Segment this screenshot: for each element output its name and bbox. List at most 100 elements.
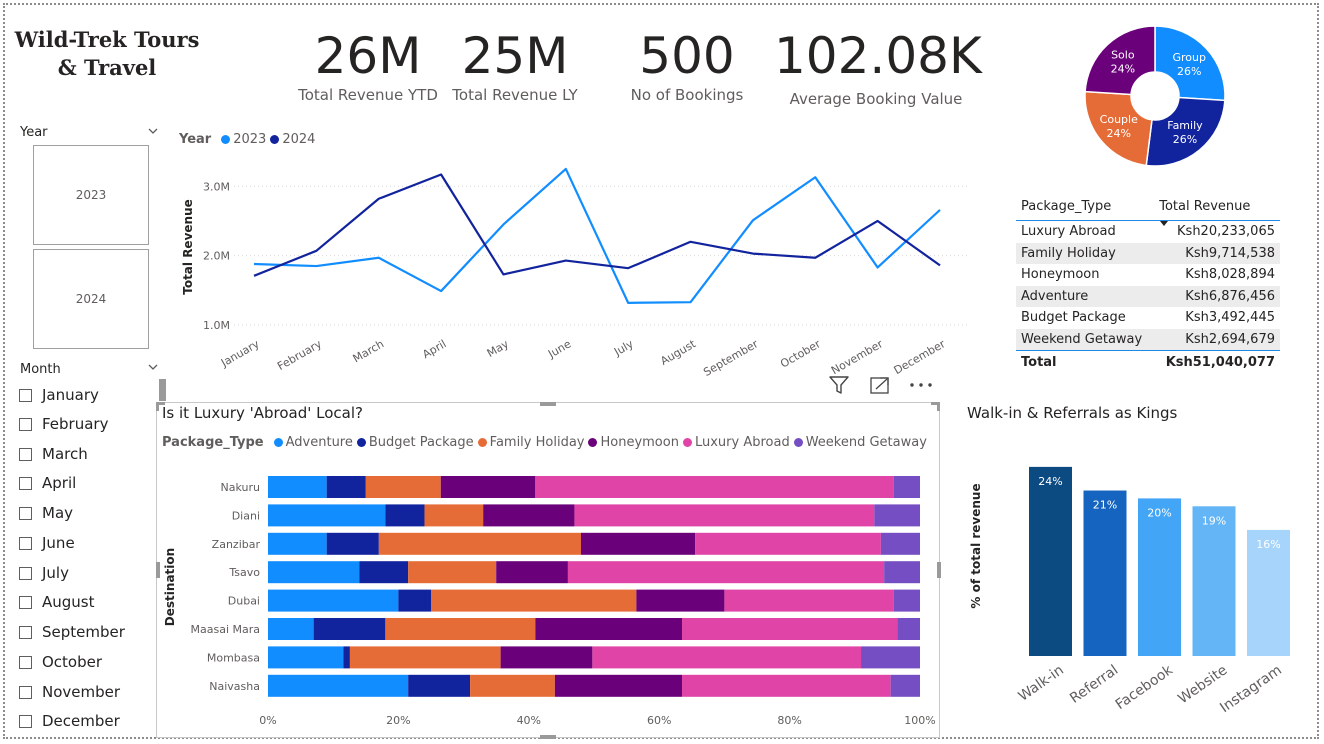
- bar-segment-weekend-getaway[interactable]: [884, 561, 920, 584]
- legend-item-family-holiday[interactable]: Family Holiday: [490, 435, 585, 450]
- legend-item-budget-package[interactable]: Budget Package: [369, 435, 474, 450]
- revenue-line-chart[interactable]: 1.0M 2.0M 3.0M Total Revenue January February…: [170, 150, 980, 380]
- legend-item-2024[interactable]: 2024: [282, 132, 315, 147]
- bar-segment-adventure[interactable]: [268, 476, 327, 498]
- table-row[interactable]: Family Holiday Ksh9,714,538: [1016, 242, 1280, 264]
- table-header-package-type[interactable]: Package_Type: [1016, 192, 1155, 221]
- chevron-down-icon[interactable]: [148, 362, 158, 372]
- bar-website[interactable]: [1192, 506, 1236, 656]
- resize-handle[interactable]: [159, 379, 166, 401]
- kpi-revenue-ytd-card[interactable]: 26M Total Revenue YTD: [296, 28, 440, 104]
- month-item-june[interactable]: June: [19, 532, 75, 554]
- month-item-april[interactable]: April: [19, 472, 76, 494]
- series-line-2023[interactable]: [253, 167, 941, 304]
- bar-segment-weekend-getaway[interactable]: [880, 532, 920, 555]
- bar-segment-weekend-getaway[interactable]: [861, 646, 920, 669]
- bar-segment-weekend-getaway[interactable]: [893, 476, 920, 498]
- bar-segment-adventure[interactable]: [268, 618, 314, 640]
- bar-segment-honeymoon[interactable]: [496, 561, 568, 584]
- bar-segment-honeymoon[interactable]: [636, 589, 725, 612]
- channel-bar-chart[interactable]: 24%Walk-in21%Referral20%Facebook19%Websi…: [960, 430, 1310, 734]
- month-item-october[interactable]: October: [19, 651, 102, 673]
- kpi-avg-booking-card[interactable]: 102.08K Average Booking Value: [774, 28, 982, 108]
- checkbox[interactable]: [19, 417, 32, 431]
- bar-segment-budget-package[interactable]: [385, 504, 425, 527]
- checkbox[interactable]: [19, 685, 32, 699]
- checkbox[interactable]: [19, 566, 32, 580]
- bar-segment-luxury-abroad[interactable]: [695, 532, 881, 555]
- month-item-november[interactable]: November: [19, 681, 120, 703]
- legend-item-2023[interactable]: 2023: [233, 132, 266, 147]
- bar-facebook[interactable]: [1138, 498, 1181, 656]
- checkbox[interactable]: [19, 506, 32, 520]
- bar-segment-luxury-abroad[interactable]: [574, 504, 875, 527]
- bar-segment-budget-package[interactable]: [398, 589, 431, 612]
- focus-mode-icon[interactable]: [869, 374, 891, 396]
- checkbox[interactable]: [19, 595, 32, 609]
- bar-segment-honeymoon[interactable]: [554, 674, 683, 697]
- year-tile-2024[interactable]: 2024: [33, 249, 149, 349]
- bar-segment-adventure[interactable]: [268, 646, 344, 669]
- bar-segment-honeymoon[interactable]: [580, 532, 696, 555]
- legend-item-adventure[interactable]: Adventure: [286, 435, 353, 450]
- month-item-august[interactable]: August: [19, 591, 95, 613]
- bar-referral[interactable]: [1083, 490, 1127, 656]
- month-item-december[interactable]: December: [19, 710, 120, 732]
- bar-segment-weekend-getaway[interactable]: [890, 674, 920, 697]
- table-row[interactable]: Weekend Getaway Ksh2,694,679: [1016, 328, 1280, 351]
- table-row[interactable]: Honeymoon Ksh8,028,894: [1016, 264, 1280, 286]
- bar-segment-luxury-abroad[interactable]: [535, 476, 894, 498]
- bar-segment-budget-package[interactable]: [313, 618, 386, 640]
- bar-segment-honeymoon[interactable]: [535, 618, 683, 640]
- checkbox[interactable]: [19, 447, 32, 461]
- resize-handle[interactable]: [937, 402, 940, 411]
- year-tile-2023[interactable]: 2023: [33, 145, 149, 245]
- table-row[interactable]: Adventure Ksh6,876,456: [1016, 285, 1280, 307]
- legend-item-luxury-abroad[interactable]: Luxury Abroad: [695, 435, 790, 450]
- month-item-september[interactable]: September: [19, 621, 125, 643]
- resize-handle[interactable]: [156, 402, 159, 411]
- more-options-icon[interactable]: [908, 374, 934, 396]
- bar-segment-budget-package[interactable]: [326, 532, 379, 555]
- bar-segment-budget-package[interactable]: [343, 646, 350, 669]
- bar-segment-luxury-abroad[interactable]: [682, 618, 898, 640]
- bar-segment-luxury-abroad[interactable]: [567, 561, 885, 584]
- bar-segment-family-holiday[interactable]: [408, 561, 497, 584]
- segment-donut-chart[interactable]: Group26%Family26%Couple24%Solo24%: [1075, 20, 1235, 180]
- month-item-july[interactable]: July: [19, 562, 69, 584]
- checkbox[interactable]: [19, 476, 32, 490]
- bar-segment-weekend-getaway[interactable]: [874, 504, 920, 527]
- month-item-may[interactable]: May: [19, 502, 73, 524]
- legend-item-weekend-getaway[interactable]: Weekend Getaway: [806, 435, 927, 450]
- bar-segment-luxury-abroad[interactable]: [592, 646, 862, 669]
- checkbox[interactable]: [19, 536, 32, 550]
- chevron-down-icon[interactable]: [148, 126, 158, 136]
- bar-segment-luxury-abroad[interactable]: [724, 589, 894, 612]
- month-item-march[interactable]: March: [19, 443, 88, 465]
- kpi-bookings-card[interactable]: 500 No of Bookings: [620, 28, 754, 104]
- bar-segment-honeymoon[interactable]: [483, 504, 575, 527]
- month-item-january[interactable]: January: [19, 384, 99, 406]
- bar-segment-family-holiday[interactable]: [470, 674, 555, 697]
- bar-segment-family-holiday[interactable]: [349, 646, 501, 669]
- bar-segment-adventure[interactable]: [268, 674, 409, 697]
- bar-segment-family-holiday[interactable]: [385, 618, 536, 640]
- bar-segment-luxury-abroad[interactable]: [682, 674, 891, 697]
- table-header-total-revenue[interactable]: Total Revenue: [1154, 192, 1280, 226]
- bar-segment-family-holiday[interactable]: [424, 504, 484, 527]
- bar-segment-weekend-getaway[interactable]: [897, 618, 920, 640]
- resize-handle[interactable]: [540, 402, 556, 406]
- kpi-revenue-ly-card[interactable]: 25M Total Revenue LY: [449, 28, 581, 104]
- checkbox[interactable]: [19, 625, 32, 639]
- bar-segment-weekend-getaway[interactable]: [893, 589, 920, 612]
- bar-segment-budget-package[interactable]: [326, 476, 366, 498]
- bar-segment-adventure[interactable]: [268, 504, 386, 527]
- bar-segment-adventure[interactable]: [268, 532, 327, 555]
- resize-handle[interactable]: [540, 735, 556, 739]
- table-row[interactable]: Budget Package Ksh3,492,445: [1016, 307, 1280, 329]
- bar-segment-family-holiday[interactable]: [431, 589, 637, 612]
- checkbox[interactable]: [19, 388, 32, 402]
- bar-walk-in[interactable]: [1029, 466, 1072, 656]
- bar-segment-honeymoon[interactable]: [500, 646, 593, 669]
- bar-segment-honeymoon[interactable]: [440, 476, 536, 498]
